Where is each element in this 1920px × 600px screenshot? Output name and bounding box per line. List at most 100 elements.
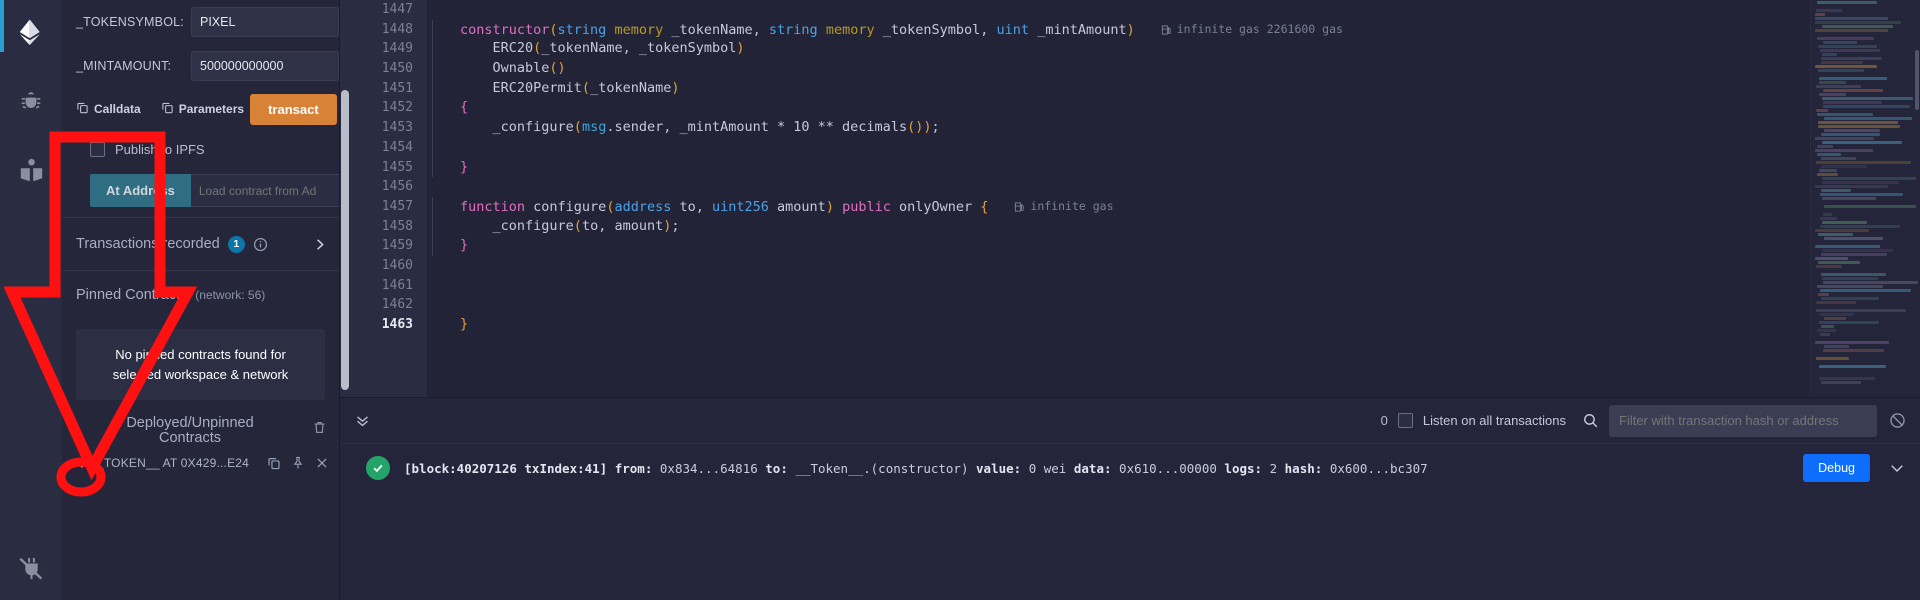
transaction-log-text: [block:40207126 txIndex:41] from: 0x834.… bbox=[404, 461, 1428, 476]
mint-amount-field-row: _MINTAMOUNT: bbox=[62, 44, 339, 88]
line-number: 1451 bbox=[381, 80, 413, 96]
close-icon[interactable] bbox=[315, 456, 329, 470]
code-line[interactable]: 1457 function configure(address to, uint2… bbox=[350, 196, 1920, 217]
code-token: memory bbox=[614, 21, 664, 38]
publish-to-ipfs-row[interactable]: Publish to IPFS bbox=[62, 130, 339, 168]
listen-on-all-transactions-checkbox[interactable] bbox=[1397, 413, 1413, 428]
indent-guide bbox=[432, 157, 433, 178]
line-number: 1457 bbox=[381, 198, 413, 214]
indent-guide bbox=[432, 118, 433, 138]
at-address-button[interactable]: At Address bbox=[90, 174, 191, 207]
mint-amount-input[interactable] bbox=[191, 51, 339, 81]
gas-estimate-badge: infinite gas bbox=[1014, 197, 1114, 217]
code-line[interactable]: 1452 { bbox=[350, 98, 1920, 119]
plugin-manager-icon[interactable] bbox=[5, 548, 57, 600]
code-line[interactable]: 1459} bbox=[350, 236, 1920, 256]
code-line[interactable]: 1448 constructor(string memory _tokenName… bbox=[350, 19, 1920, 40]
code-line[interactable]: 1454 bbox=[350, 137, 1920, 158]
code-line[interactable]: 1460 bbox=[350, 256, 1920, 276]
deploy-and-run-panel: _TOKENSYMBOL: _MINTAMOUNT: Calldata bbox=[62, 0, 340, 600]
transactions-recorded-header[interactable]: Transactions recorded 1 bbox=[62, 218, 339, 270]
chevron-right-icon[interactable] bbox=[76, 456, 90, 470]
copy-calldata-button[interactable]: Calldata bbox=[76, 101, 141, 117]
code-line[interactable]: 1447 bbox=[350, 0, 1920, 20]
line-number: 1452 bbox=[381, 100, 413, 116]
debug-button[interactable]: Debug bbox=[1803, 454, 1870, 482]
tx-value-label: value: bbox=[976, 460, 1022, 476]
code-token: ERC20Permit bbox=[460, 79, 582, 96]
line-number: 1463 bbox=[381, 317, 413, 332]
copy-parameters-button[interactable]: Parameters bbox=[161, 101, 244, 117]
code-line[interactable]: 1449 ERC20(_tokenName, _tokenSymbol) bbox=[350, 39, 1920, 60]
pending-transaction-count: 0 bbox=[1380, 413, 1388, 428]
pin-icon[interactable] bbox=[291, 456, 305, 470]
info-icon[interactable] bbox=[253, 237, 268, 252]
transaction-log-row[interactable]: [block:40207126 txIndex:41] from: 0x834.… bbox=[340, 444, 1920, 492]
publish-to-ipfs-checkbox[interactable] bbox=[90, 141, 105, 157]
indent-guide bbox=[432, 78, 433, 99]
code-line[interactable]: 1451 ERC20Permit(_tokenName) bbox=[350, 78, 1920, 99]
tx-from-value: 0x834...64816 bbox=[659, 460, 758, 476]
code-line[interactable]: 1461 bbox=[350, 276, 1920, 296]
editor-vertical-scrollbar[interactable] bbox=[340, 0, 350, 397]
load-contract-address-input[interactable] bbox=[190, 174, 339, 207]
gas-estimate-text: infinite gas bbox=[1030, 198, 1114, 213]
deployed-contract-item[interactable]: _TOKEN__ AT 0X429...E24 bbox=[62, 450, 339, 476]
transact-button[interactable]: transact bbox=[250, 93, 337, 125]
line-number: 1453 bbox=[381, 120, 413, 136]
indent-guide bbox=[432, 98, 433, 119]
code-token: Ownable bbox=[460, 60, 550, 77]
empty-line-1: No pinned contracts found for bbox=[115, 347, 286, 362]
chevron-down-icon[interactable] bbox=[1884, 459, 1906, 477]
transaction-filter-input[interactable] bbox=[1609, 404, 1877, 437]
code-line[interactable]: 1463} bbox=[350, 315, 1920, 335]
code-line[interactable]: 1462 bbox=[350, 295, 1920, 315]
indent-guide bbox=[432, 19, 433, 40]
copy-icon[interactable] bbox=[267, 456, 281, 470]
search-icon[interactable] bbox=[1582, 412, 1599, 429]
book-library-icon[interactable] bbox=[5, 144, 57, 196]
editor-and-terminal: 1447 1448 constructor(string memory _token… bbox=[340, 0, 1920, 600]
code-token: _configure bbox=[460, 217, 574, 234]
chevron-right-icon[interactable] bbox=[312, 237, 327, 252]
code-text: ERC20Permit(_tokenName) bbox=[427, 78, 679, 99]
code-line[interactable]: 1456 bbox=[350, 177, 1920, 197]
line-number: 1461 bbox=[381, 277, 413, 293]
ethereum-logo-icon[interactable] bbox=[5, 6, 57, 58]
code-token: ) bbox=[825, 198, 843, 215]
code-line[interactable]: 1458 _configure(to, amount); bbox=[350, 216, 1920, 237]
code-line[interactable]: 1450 Ownable() bbox=[350, 59, 1920, 79]
token-symbol-input[interactable] bbox=[191, 7, 339, 37]
code-token: public bbox=[842, 198, 891, 215]
collapse-terminal-chevrons-icon[interactable] bbox=[350, 408, 375, 433]
code-token: .sender, _mintAmount * bbox=[606, 119, 794, 136]
code-token: ( bbox=[549, 21, 558, 38]
tx-data-value: 0x610...00000 bbox=[1119, 460, 1217, 476]
code-line[interactable]: 1453 _configure(msg.sender, _mintAmount … bbox=[350, 118, 1920, 138]
code-token: ) bbox=[736, 40, 745, 57]
code-text: ERC20(_tokenName, _tokenSymbol) bbox=[427, 39, 745, 60]
code-token: ( bbox=[581, 79, 591, 96]
code-token: } bbox=[460, 158, 469, 175]
code-text: function configure(address to, uint256 a… bbox=[427, 196, 1114, 217]
code-line[interactable]: 1455} bbox=[350, 157, 1920, 178]
line-number: 1460 bbox=[381, 257, 413, 273]
clear-console-icon[interactable] bbox=[1889, 412, 1906, 429]
indent-guide bbox=[432, 59, 433, 79]
code-editor[interactable]: 1447 1448 constructor(string memory _token… bbox=[340, 0, 1920, 397]
code-token: ) bbox=[1126, 21, 1135, 38]
copy-icon bbox=[161, 101, 174, 117]
deployed-contract-label: _TOKEN__ AT 0X429...E24 bbox=[97, 456, 250, 471]
code-token: () bbox=[549, 60, 566, 77]
tx-logs-value: 2 bbox=[1269, 460, 1278, 476]
bug-debugger-icon[interactable] bbox=[5, 76, 57, 128]
terminal-output: [block:40207126 txIndex:41] from: 0x834.… bbox=[340, 444, 1920, 600]
tx-value-value: 0 wei bbox=[1028, 460, 1067, 476]
listen-on-all-transactions-label: Listen on all transactions bbox=[1422, 413, 1566, 428]
code-lines[interactable]: 1447 1448 constructor(string memory _token… bbox=[350, 0, 1920, 397]
trash-icon[interactable] bbox=[312, 420, 327, 440]
